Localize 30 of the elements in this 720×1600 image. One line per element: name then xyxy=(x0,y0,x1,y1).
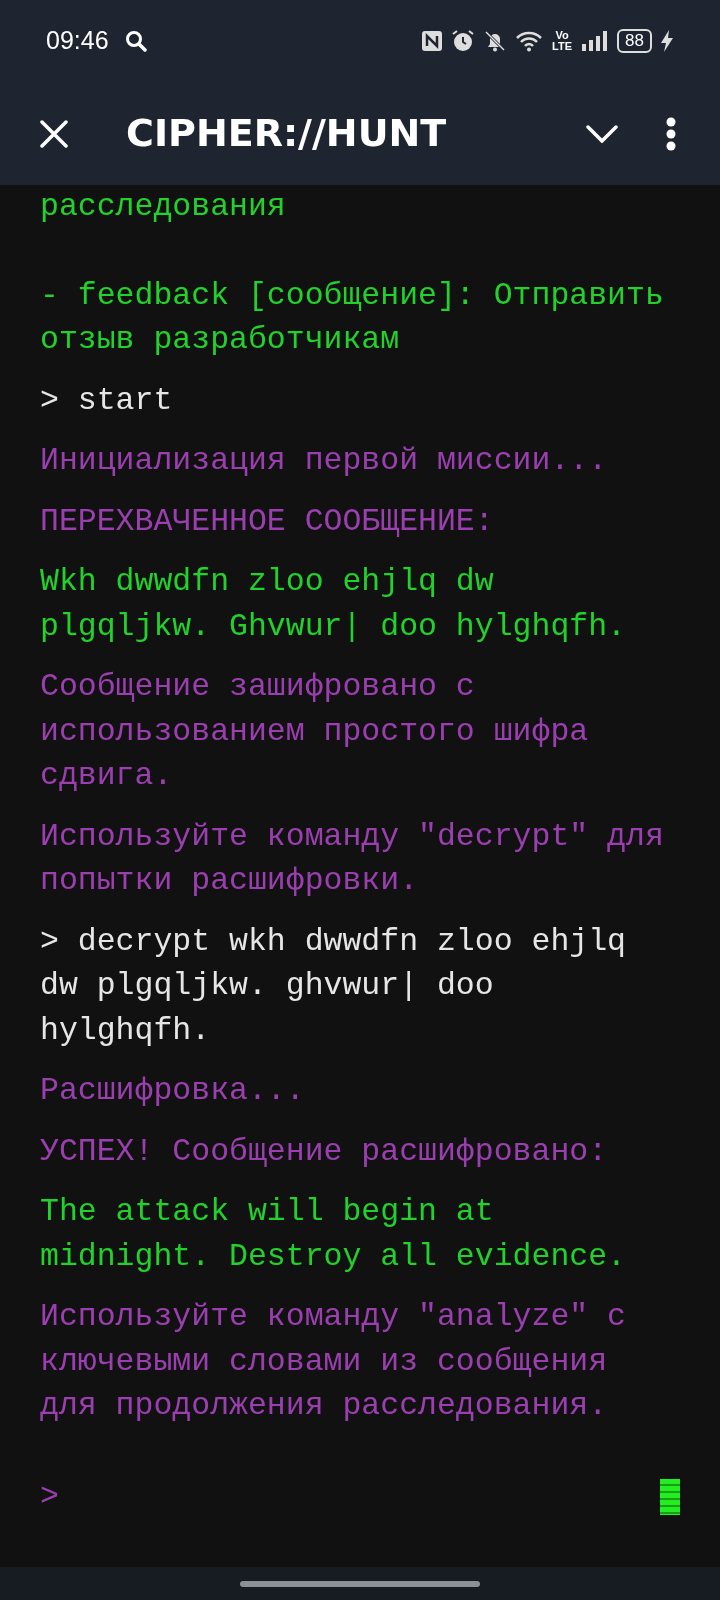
output-line: Wkh dwwdfn zloo ehjlq dw plgqljkw. Ghvwur| doo hylghqfh. xyxy=(40,563,627,646)
command-line: > start xyxy=(40,381,174,420)
network-label: Vo LTE xyxy=(551,30,574,52)
signal-icon xyxy=(581,30,610,52)
search-icon xyxy=(124,30,147,52)
system-message: Сообщение зашифровано с использованием простого шифра сдвига. xyxy=(40,668,590,795)
wifi-icon xyxy=(515,30,544,52)
chevron-down-icon[interactable] xyxy=(586,124,618,143)
system-message: Используйте команду "analyze" с ключевыми словами из сообщения для продолжения расследования. xyxy=(40,1298,627,1425)
home-indicator[interactable] xyxy=(240,1580,480,1587)
system-message: Инициализация первой миссии... xyxy=(40,442,609,480)
system-message: УСПЕХ! Сообщение расшифровано: xyxy=(40,1132,609,1171)
output-line: The attack will begin at midnight. Destroy all evidence. xyxy=(40,1193,627,1276)
input-prompt[interactable]: > xyxy=(40,1474,59,1519)
output-line: - feedback [сообщение]: Отправить отзыв разработчикам xyxy=(40,276,665,359)
system-message: Расшифровка... xyxy=(40,1072,306,1110)
app-title: CIPHER://HUNT xyxy=(126,110,447,157)
more-options-icon[interactable] xyxy=(666,116,676,151)
bell-off-icon xyxy=(483,29,508,53)
cursor-block xyxy=(660,1478,680,1515)
nfc-icon xyxy=(421,30,444,52)
alarm-icon xyxy=(451,29,476,53)
system-message: ПЕРЕХВАЧЕННОЕ СООБЩЕНИЕ: xyxy=(40,502,495,541)
command-line: > decrypt wkh dwwdfn zloo ehjlq dw plgqljkw. ghvwur| doo hylghqfh. xyxy=(40,922,627,1050)
charging-icon xyxy=(660,29,674,53)
output-line: расследования xyxy=(40,188,287,226)
system-message: Используйте команду "decrypt" для попытки расшифровки. xyxy=(40,817,665,900)
battery-level: 88 xyxy=(617,29,652,53)
status-time: 09:46 xyxy=(46,25,109,57)
close-icon[interactable] xyxy=(40,119,68,148)
